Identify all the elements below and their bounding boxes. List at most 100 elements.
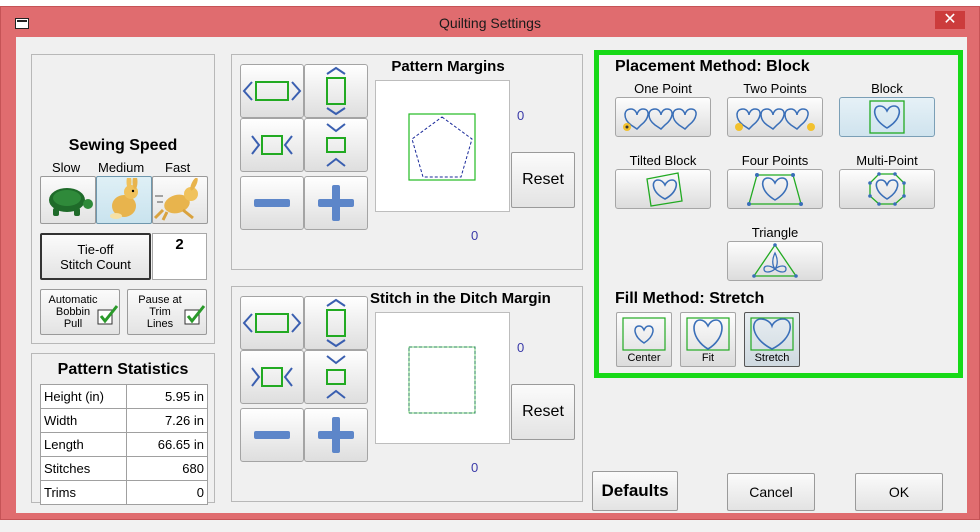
placement-label-two-points: Two Points: [743, 81, 807, 96]
tieoff-line2: Stitch Count: [60, 256, 131, 272]
speed-label-slow: Slow: [52, 160, 81, 175]
defaults-label: Defaults: [601, 481, 669, 500]
margin-horizontal-shrink-button[interactable]: [240, 118, 304, 172]
defaults-button[interactable]: Defaults: [592, 471, 678, 511]
minus-icon: [254, 199, 290, 207]
window-title: Quilting Settings: [439, 15, 541, 31]
speed-label-medium: Medium: [98, 160, 145, 175]
margin-vertical-expand-button[interactable]: [304, 64, 368, 118]
placement-block-button[interactable]: [839, 97, 935, 137]
table-row: Width 7.26 in: [40, 408, 208, 433]
table-row: Length 66.65 in: [40, 432, 208, 457]
stat-value: 5.95 in: [126, 384, 208, 409]
sewing-speed-heading: Sewing Speed: [68, 137, 178, 154]
margin-horizontal-expand-button[interactable]: [240, 64, 304, 118]
pattern-margins-heading: Pattern Margins: [391, 58, 505, 75]
stat-value: 66.65 in: [126, 432, 208, 457]
placement-label-tilted-block: Tilted Block: [629, 153, 697, 168]
background-app-strip: [0, 520, 980, 532]
pause-line3: Lines: [146, 318, 174, 330]
one-point-icon: [623, 108, 697, 131]
pattern-margin-right-value: 0: [517, 108, 525, 123]
fill-label-stretch: Stretch: [754, 352, 790, 364]
horizontal-expand-icon: [242, 81, 302, 101]
ditch-increase-button[interactable]: [304, 408, 368, 462]
horizontal-shrink-icon: [251, 135, 293, 155]
stat-value: 7.26 in: [126, 408, 208, 433]
tieoff-count-field[interactable]: 2: [152, 233, 207, 280]
checkmark-icon: [184, 305, 206, 325]
stat-label: Trims: [40, 480, 127, 505]
title-bar[interactable]: Quilting Settings ✕: [1, 7, 979, 37]
pause-at-trim-lines-toggle[interactable]: Pause at Trim Lines: [127, 289, 207, 335]
tieoff-stitch-count-button[interactable]: Tie-off Stitch Count: [40, 233, 151, 280]
plus-icon: [318, 185, 354, 221]
pause-line2: Trim: [149, 306, 171, 318]
four-points-icon: [747, 173, 803, 206]
bobbin-line2: Bobbin: [55, 306, 91, 318]
close-button[interactable]: ✕: [935, 11, 965, 29]
placement-label-one-point: One Point: [634, 81, 692, 96]
ditch-horizontal-shrink-button[interactable]: [240, 350, 304, 404]
pattern-margin-bottom-value: 0: [471, 228, 479, 243]
ditch-vertical-expand-button[interactable]: [304, 296, 368, 350]
ditch-margin-bottom-value: 0: [471, 460, 479, 475]
vertical-shrink-icon: [326, 355, 346, 399]
margin-decrease-button[interactable]: [240, 176, 304, 230]
fill-label-fit: Fit: [701, 352, 715, 364]
pattern-margins-reset-button[interactable]: Reset: [511, 152, 575, 208]
ditch-margin-reset-button[interactable]: Reset: [511, 384, 575, 440]
speed-label-fast: Fast: [165, 160, 191, 175]
horizontal-shrink-icon: [251, 367, 293, 387]
stat-label: Width: [40, 408, 127, 433]
close-icon: ✕: [943, 11, 957, 28]
placement-one-point-button[interactable]: [615, 97, 711, 137]
fill-label-center: Center: [627, 352, 661, 364]
margin-vertical-shrink-button[interactable]: [304, 118, 368, 172]
ditch-margin-heading: Stitch in the Ditch Margin: [370, 290, 551, 307]
table-row: Stitches 680: [40, 456, 208, 481]
ok-button[interactable]: OK: [855, 473, 943, 511]
placement-four-points-button[interactable]: [727, 169, 823, 209]
speed-fast-button[interactable]: [152, 176, 208, 224]
fill-stretch-button[interactable]: Stretch: [744, 312, 800, 367]
ditch-square-icon: [408, 346, 476, 414]
rabbit-icon: [110, 178, 138, 219]
ditch-horizontal-expand-button[interactable]: [240, 296, 304, 350]
fill-fit-button[interactable]: Fit: [680, 312, 736, 367]
placement-triangle-button[interactable]: [727, 241, 823, 281]
pentagon-pattern-icon: [408, 113, 476, 181]
fill-fit-icon: [686, 317, 730, 351]
horizontal-expand-icon: [242, 313, 302, 333]
speed-slow-button[interactable]: [40, 176, 96, 224]
block-icon: [869, 100, 905, 134]
cancel-label: Cancel: [749, 484, 793, 500]
ditch-decrease-button[interactable]: [240, 408, 304, 462]
reset-label: Reset: [522, 403, 564, 420]
speed-medium-button[interactable]: [96, 176, 152, 224]
stat-value: 680: [126, 456, 208, 481]
margin-increase-button[interactable]: [304, 176, 368, 230]
placement-two-points-button[interactable]: [727, 97, 823, 137]
stat-label: Stitches: [40, 456, 127, 481]
turtle-icon: [49, 188, 93, 216]
ditch-vertical-shrink-button[interactable]: [304, 350, 368, 404]
table-row: Trims 0: [40, 480, 208, 505]
two-points-icon: [735, 108, 815, 131]
pause-line1: Pause at: [138, 294, 182, 306]
pattern-statistics-heading: Pattern Statistics: [57, 361, 189, 378]
minus-icon: [254, 431, 290, 439]
tieoff-count-value: 2: [175, 236, 184, 253]
placement-multi-point-button[interactable]: [839, 169, 935, 209]
placement-tilted-block-button[interactable]: [615, 169, 711, 209]
triangle-icon: [752, 243, 798, 278]
cancel-button[interactable]: Cancel: [727, 473, 815, 511]
ok-label: OK: [888, 484, 910, 500]
vertical-expand-icon: [326, 66, 346, 116]
fill-center-button[interactable]: Center: [616, 312, 672, 367]
bobbin-line1: Automatic: [48, 294, 98, 306]
multi-point-icon: [868, 172, 906, 206]
tieoff-line1: Tie-off: [77, 241, 114, 257]
checkmark-icon: [97, 305, 119, 325]
automatic-bobbin-pull-toggle[interactable]: Automatic Bobbin Pull: [40, 289, 120, 335]
